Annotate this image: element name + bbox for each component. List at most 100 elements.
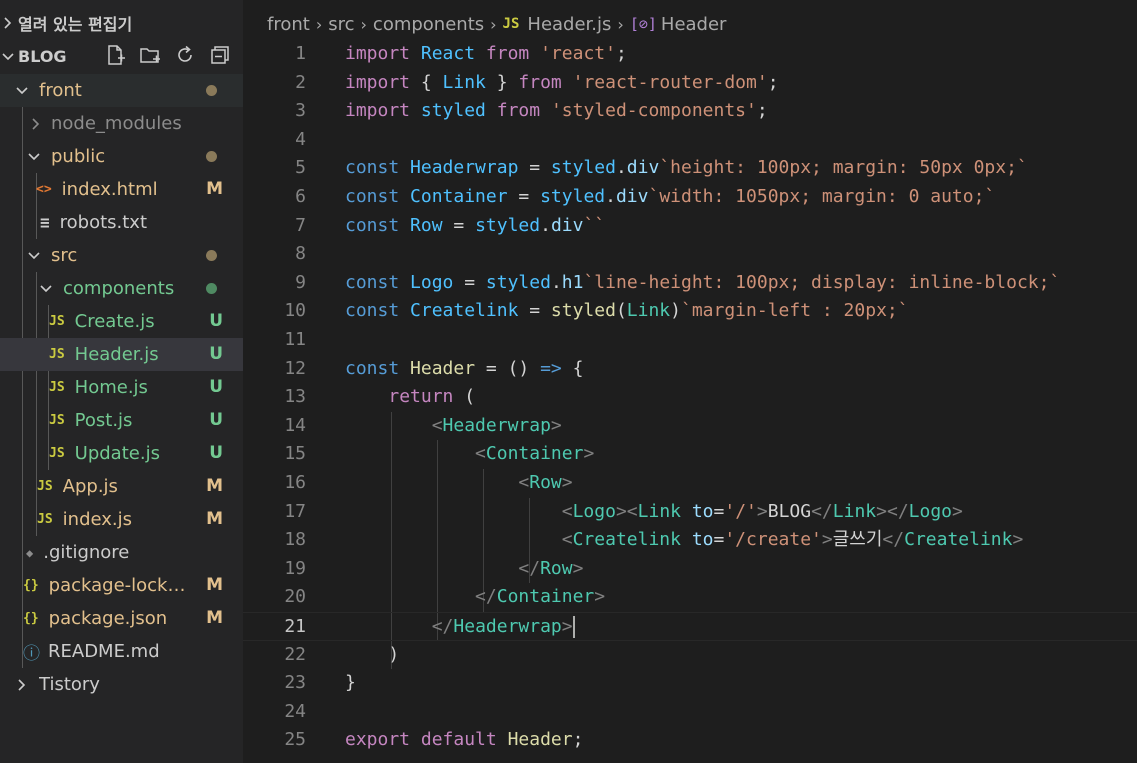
new-file-icon[interactable] [104, 44, 126, 66]
code-text: const Createlink = styled(Link)`margin-l… [345, 297, 909, 326]
code-line[interactable]: 25 export default Header; [243, 726, 1137, 755]
code-token: from [496, 100, 541, 122]
code-line[interactable]: 12 const Header = () => { [243, 355, 1137, 384]
tree-item-label: Header.js [74, 344, 159, 365]
code-token: ) [670, 300, 681, 322]
workspace-header[interactable]: BLOG [0, 40, 243, 73]
breadcrumb-item[interactable]: src [328, 14, 354, 35]
code-line[interactable]: 1 import React from 'react'; [243, 40, 1137, 69]
code-line[interactable]: 21 </Headerwrap> [243, 612, 1137, 641]
code-token: > [561, 616, 573, 637]
line-number: 8 [295, 243, 306, 265]
code-token: ></ [876, 500, 909, 522]
code-line[interactable]: 7 const Row = styled.div`` [243, 212, 1137, 241]
code-token: to [691, 500, 714, 522]
code-line[interactable]: 10 const Createlink = styled(Link)`margin… [243, 297, 1137, 326]
line-number: 15 [284, 443, 306, 465]
breadcrumb-file[interactable]: Header.js [527, 14, 611, 35]
code-line[interactable]: 3 import styled from 'styled-components'; [243, 97, 1137, 126]
line-number: 25 [284, 729, 306, 751]
tree-file-app-js[interactable]: JS App.js M [0, 470, 243, 503]
code-line[interactable]: 4 [243, 126, 1137, 155]
code-text: <Headerwrap> [345, 412, 562, 441]
tree-file-home-js[interactable]: JS Home.js U [0, 371, 243, 404]
code-text: const Container = styled.div`width: 1050… [345, 183, 995, 212]
tree-file-package-lock-json[interactable]: {} package-lock.j... M [0, 569, 243, 602]
code-line[interactable]: 9 const Logo = styled.h1`line-height: 100… [243, 269, 1137, 298]
code-line[interactable]: 17 <Logo><Link to='/'>BLOG</Link></Logo> [243, 498, 1137, 527]
tree-item-label: front [39, 80, 82, 101]
code-token: Container [496, 586, 595, 608]
code-line[interactable]: 8 [243, 240, 1137, 269]
breadcrumb-item[interactable]: components [373, 14, 484, 35]
code-token: > [821, 529, 833, 551]
tree-item-label: package.json [48, 608, 168, 629]
code-token: '/create' [724, 529, 822, 551]
tree-folder-node-modules[interactable]: node_modules [0, 107, 243, 140]
tree-file-readme-md[interactable]: ⓘ README.md [0, 635, 243, 668]
chevron-down-icon [26, 149, 42, 165]
tree-folder-src[interactable]: src [0, 239, 243, 272]
breadcrumb-item[interactable]: front [267, 14, 310, 35]
tree-file-create-js[interactable]: JS Create.js U [0, 305, 243, 338]
code-line[interactable]: 19 </Row> [243, 555, 1137, 584]
code-line[interactable]: 16 <Row> [243, 469, 1137, 498]
code-line[interactable]: 18 <Createlink to='/create'>글쓰기</Createl… [243, 526, 1137, 555]
tree-item-label: index.html [61, 179, 158, 200]
git-status-badge: M [206, 608, 223, 628]
explorer-sidebar: 열려 있는 편집기 BLOG front node_modules public… [0, 0, 243, 763]
new-folder-icon[interactable] [139, 44, 161, 66]
code-line[interactable]: 13 return ( [243, 383, 1137, 412]
chevron-right-icon: › [490, 14, 497, 34]
line-number: 23 [284, 672, 306, 694]
line-number: 21 [284, 616, 306, 637]
code-line[interactable]: 24 [243, 698, 1137, 727]
code-token: Logo [572, 500, 616, 522]
tree-file-update-js[interactable]: JS Update.js U [0, 437, 243, 470]
code-line[interactable]: 23} [243, 669, 1137, 698]
code-line[interactable]: 20 </Container> [243, 583, 1137, 612]
tree-file-package-json[interactable]: {} package.json M [0, 602, 243, 635]
refresh-icon[interactable] [174, 44, 196, 66]
tree-file-header-js[interactable]: JS Header.js U [0, 338, 243, 371]
breadcrumb-symbol[interactable]: Header [661, 14, 727, 35]
code-line[interactable]: 6 const Container = styled.div`width: 105… [243, 183, 1137, 212]
code-line[interactable]: 11 [243, 326, 1137, 355]
tree-folder-tistory[interactable]: Tistory [0, 668, 243, 701]
code-text: <Row> [345, 469, 572, 498]
js-file-icon: JS [49, 446, 65, 461]
code-token: > [583, 443, 595, 465]
code-text: const Header = () => { [345, 355, 583, 384]
code-token: < [561, 500, 573, 522]
code-line[interactable]: 22 ) [243, 641, 1137, 670]
tree-folder-components[interactable]: components [0, 272, 243, 305]
tree-file-index-js[interactable]: JS index.js M [0, 503, 243, 536]
tree-file-robots-txt[interactable]: ≡ robots.txt [0, 206, 243, 239]
line-number: 12 [284, 357, 306, 379]
code-token: div [615, 186, 649, 207]
code-editor[interactable]: front › src › components › JS Header.js … [243, 0, 1137, 763]
tree-file-index-html[interactable]: <> index.html M [0, 173, 243, 206]
code-token: 'react-router-dom' [572, 71, 768, 93]
code-line[interactable]: 2 import { Link } from 'react-router-dom'… [243, 69, 1137, 98]
open-editors-header[interactable]: 열려 있는 편집기 [0, 6, 243, 39]
code-token: < [431, 414, 443, 436]
tree-folder-front[interactable]: front [0, 74, 243, 107]
explorer-actions [104, 44, 231, 66]
code-token: `line-height: 100px; display: inline-blo… [583, 271, 1061, 293]
code-token: from [518, 71, 562, 93]
code-line[interactable]: 15 <Container> [243, 440, 1137, 469]
chevron-right-icon: › [360, 14, 367, 34]
code-line[interactable]: 14 <Headerwrap> [243, 412, 1137, 441]
line-number: 24 [284, 700, 306, 722]
tree-file-post-js[interactable]: JS Post.js U [0, 404, 243, 437]
code-token: styled [420, 100, 486, 122]
code-text: return ( [345, 383, 475, 412]
tree-file-gitignore[interactable]: ◆ .gitignore [0, 536, 243, 569]
collapse-all-icon[interactable] [209, 44, 231, 66]
code-line[interactable]: 5 const Headerwrap = styled.div`height: 1… [243, 154, 1137, 183]
tree-folder-public[interactable]: public [0, 140, 243, 173]
